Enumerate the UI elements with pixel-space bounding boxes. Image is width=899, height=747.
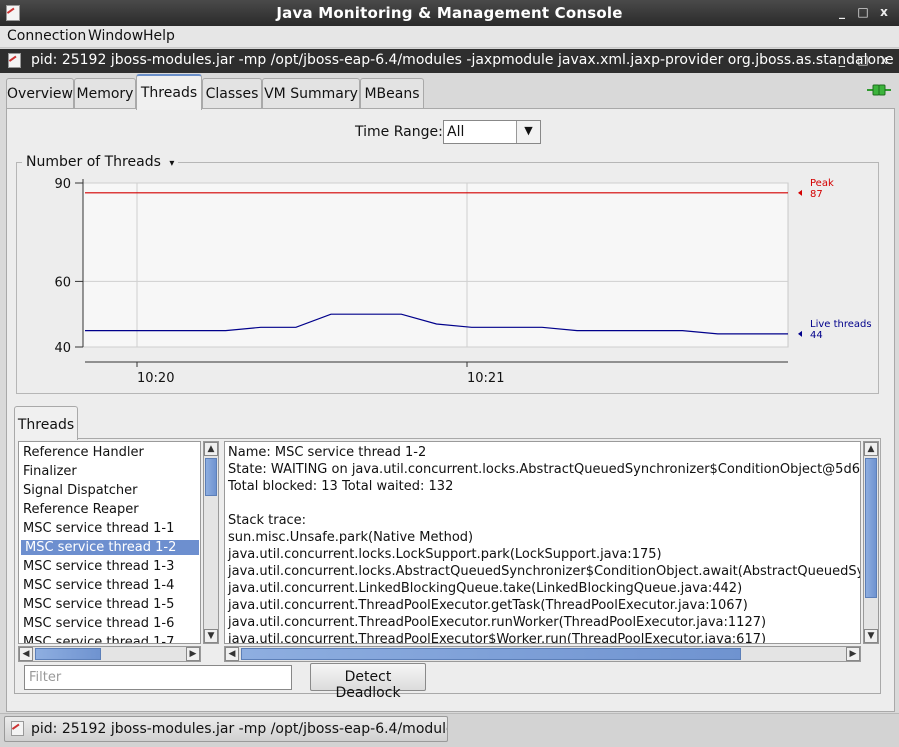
internal-frame-titlebar[interactable]: pid: 25192 jboss-modules.jar -mp /opt/jb…: [0, 49, 899, 73]
scroll-up-icon[interactable]: ▲: [204, 442, 218, 456]
thread-list-item[interactable]: MSC service thread 1-6: [23, 616, 174, 631]
time-range-label: Time Range:: [355, 124, 443, 140]
frame-close-icon[interactable]: x: [877, 53, 891, 67]
minimize-icon[interactable]: _: [835, 5, 849, 19]
menu-help[interactable]: Help: [143, 28, 175, 44]
stack-trace-line: sun.misc.Unsafe.park(Native Method): [228, 530, 474, 545]
time-range-value: All: [447, 124, 465, 140]
thread-list-item[interactable]: Finalizer: [23, 464, 77, 479]
plot-area: [82, 182, 789, 348]
threads-subtab[interactable]: Threads: [14, 406, 78, 440]
scroll-up-icon[interactable]: ▲: [864, 442, 878, 456]
series-current-value: 87: [810, 189, 823, 200]
detail-vscrollbar[interactable]: ▲ ▼: [863, 441, 879, 644]
frame-icon[interactable]: [8, 53, 21, 68]
thread-list-item[interactable]: MSC service thread 1-2: [21, 540, 199, 555]
taskbar-app-icon: [11, 721, 24, 736]
thread-name-line: Name: MSC service thread 1-2: [228, 445, 427, 460]
thread-detail-text[interactable]: Name: MSC service thread 1-2 State: WAITI…: [224, 441, 861, 644]
thread-list-vscrollbar[interactable]: ▲ ▼: [203, 441, 219, 644]
scroll-left-icon[interactable]: ◀: [19, 647, 33, 661]
scroll-thumb[interactable]: [205, 458, 217, 496]
series-label: Live threads: [810, 319, 872, 330]
menu-window[interactable]: Window: [88, 28, 143, 44]
tab-vm-summary[interactable]: VM Summary: [262, 78, 360, 108]
tab-mbeans[interactable]: MBeans: [360, 78, 424, 108]
stack-trace-line: java.util.concurrent.ThreadPoolExecutor$…: [228, 632, 767, 644]
chart-title[interactable]: Number of Threads ▾: [22, 154, 179, 170]
stack-trace-line: java.util.concurrent.ThreadPoolExecutor.…: [228, 615, 767, 630]
detect-deadlock-button[interactable]: Detect Deadlock: [310, 663, 426, 701]
chevron-down-icon[interactable]: ▼: [516, 121, 540, 143]
window-title: Java Monitoring & Management Console: [276, 4, 623, 22]
stack-trace-line: java.util.concurrent.locks.LockSupport.p…: [228, 547, 662, 562]
maximize-icon[interactable]: □: [856, 5, 870, 19]
filter-input[interactable]: Filter: [24, 665, 292, 690]
thread-list-item[interactable]: Signal Dispatcher: [23, 483, 138, 498]
series-label: Peak: [810, 178, 834, 189]
thread-state-line: State: WAITING on java.util.concurrent.l…: [228, 462, 861, 477]
tab-overview[interactable]: Overview: [6, 78, 74, 108]
thread-list-item[interactable]: MSC service thread 1-7: [23, 635, 174, 643]
menu-bar: Connection Window Help: [0, 26, 899, 48]
hscroll-thumb[interactable]: [241, 648, 741, 660]
stack-trace-heading: Stack trace:: [228, 513, 307, 528]
hscroll-thumb[interactable]: [35, 648, 101, 660]
thread-list-hscrollbar[interactable]: ◀ ▶: [18, 646, 201, 662]
thread-count-chart: 90 60 40 10:20 10:21 Peak87 Live threads44: [54, 177, 872, 386]
frame-maximize-icon[interactable]: □: [856, 53, 870, 67]
taskbar-window-button[interactable]: pid: 25192 jboss-modules.jar -mp /opt/jb…: [4, 716, 448, 742]
chart-title-text: Number of Threads: [26, 154, 161, 170]
stack-trace-line: java.util.concurrent.locks.AbstractQueue…: [228, 564, 861, 579]
thread-list-item[interactable]: MSC service thread 1-3: [23, 559, 174, 574]
thread-list-item[interactable]: Reference Reaper: [23, 502, 139, 517]
menu-connection[interactable]: Connection: [7, 28, 86, 44]
series-marker-icon: [798, 330, 802, 337]
series-marker-icon: [798, 189, 802, 196]
stack-trace-line: java.util.concurrent.ThreadPoolExecutor.…: [228, 598, 748, 613]
series-current-value: 44: [810, 330, 823, 341]
stack-trace-line: java.util.concurrent.LinkedBlockingQueue…: [228, 581, 743, 596]
tab-threads[interactable]: Threads: [136, 74, 202, 110]
scroll-down-icon[interactable]: ▼: [864, 629, 878, 643]
scroll-thumb[interactable]: [865, 458, 877, 598]
connection-icon[interactable]: [866, 82, 892, 98]
scroll-right-icon[interactable]: ▶: [186, 647, 200, 661]
thread-list-item[interactable]: MSC service thread 1-5: [23, 597, 174, 612]
taskbar-window-label: pid: 25192 jboss-modules.jar -mp /opt/jb…: [31, 721, 448, 737]
x-tick-label: 10:20: [137, 371, 174, 386]
thread-list-item[interactable]: Reference Handler: [23, 445, 144, 460]
y-tick-label: 40: [54, 341, 71, 356]
thread-list-item[interactable]: MSC service thread 1-1: [23, 521, 174, 536]
detail-hscrollbar[interactable]: ◀ ▶: [224, 646, 861, 662]
internal-frame-title: pid: 25192 jboss-modules.jar -mp /opt/jb…: [31, 52, 899, 68]
x-tick-label: 10:21: [467, 371, 504, 386]
window-titlebar[interactable]: Java Monitoring & Management Console _ □…: [0, 0, 899, 26]
thread-list[interactable]: Reference Handler Finalizer Signal Dispatc…: [18, 441, 201, 644]
y-tick-label: 90: [54, 177, 71, 192]
dropdown-icon[interactable]: ▾: [169, 158, 174, 169]
y-tick-label: 60: [54, 275, 71, 290]
scroll-right-icon[interactable]: ▶: [846, 647, 860, 661]
tab-memory[interactable]: Memory: [74, 78, 136, 108]
time-range-select[interactable]: All ▼: [443, 120, 541, 144]
frame-minimize-icon[interactable]: _: [835, 53, 849, 67]
thread-list-item[interactable]: MSC service thread 1-4: [23, 578, 174, 593]
tab-classes[interactable]: Classes: [202, 78, 262, 108]
scroll-left-icon[interactable]: ◀: [225, 647, 239, 661]
filter-placeholder: Filter: [29, 670, 62, 685]
thread-totals-line: Total blocked: 13 Total waited: 132: [228, 479, 454, 494]
close-icon[interactable]: x: [877, 5, 891, 19]
scroll-down-icon[interactable]: ▼: [204, 629, 218, 643]
